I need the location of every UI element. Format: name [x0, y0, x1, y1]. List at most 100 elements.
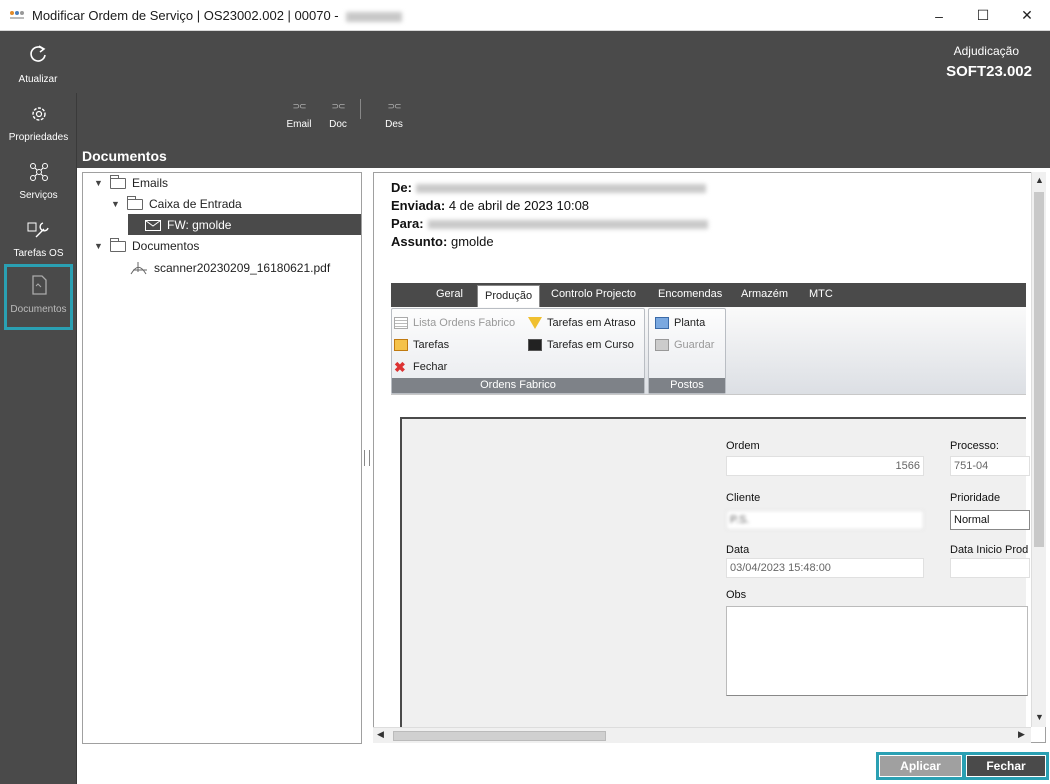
window-title-text: Modificar Ordem de Serviço | OS23002.002…	[32, 8, 343, 23]
doc-tool-button[interactable]: ⊃⊂ Doc	[320, 101, 356, 130]
maximize-button[interactable]: ☐	[960, 0, 1006, 31]
collapse-icon[interactable]: ▼	[94, 178, 106, 188]
scroll-thumb[interactable]	[1034, 192, 1044, 547]
nav-documents[interactable]: Documentos	[4, 264, 73, 330]
email-to-redacted	[427, 220, 708, 230]
apply-label: Aplicar	[880, 756, 961, 776]
pane-splitter[interactable]	[364, 450, 370, 466]
gear-icon	[31, 107, 46, 121]
window-title: Modificar Ordem de Serviço | OS23002.002…	[32, 8, 403, 23]
obs-textarea[interactable]	[726, 606, 1028, 696]
fechar-ordem-button[interactable]: ✖ Fechar	[394, 359, 447, 375]
prioridade-select[interactable]: Normal	[950, 510, 1030, 530]
cliente-field[interactable]: P.S.	[726, 510, 924, 530]
email-sent: Enviada: 4 de abril de 2023 10:08	[391, 198, 589, 213]
refresh-icon	[30, 45, 46, 62]
data-label: Data	[726, 544, 750, 556]
doc-tool-label: Doc	[329, 119, 347, 130]
email-subject-value: gmolde	[450, 234, 494, 249]
wrench-icon	[27, 222, 49, 238]
link-icon: ⊃⊂	[331, 101, 345, 111]
nav-services[interactable]: Serviços	[0, 161, 77, 221]
tree-node-inbox-label: Caixa de Entrada	[149, 197, 242, 211]
email-tool-button[interactable]: ⊃⊂ Email	[281, 101, 317, 130]
scroll-right-icon[interactable]: ▶	[1018, 729, 1025, 740]
embedded-tab-geral[interactable]: Geral	[436, 288, 463, 300]
email-subject-label: Assunto:	[391, 234, 448, 249]
planta-button[interactable]: Planta	[655, 317, 705, 329]
scroll-up-icon[interactable]: ▲	[1035, 175, 1044, 185]
email-sent-value: 4 de abril de 2023 10:08	[448, 198, 590, 213]
folder-icon	[127, 195, 143, 210]
toolbar-separator	[360, 99, 361, 119]
counter-icon	[528, 339, 542, 351]
nav-properties[interactable]: Propriedades	[0, 103, 77, 163]
link-icon: ⊃⊂	[292, 101, 306, 111]
nav-services-label: Serviços	[19, 190, 58, 201]
tree-node-pdf[interactable]: scanner20230209_16180621.pdf	[128, 258, 330, 278]
envelope-icon	[145, 219, 161, 231]
tree-node-email-item[interactable]: FW: gmolde	[145, 215, 231, 235]
collapse-icon[interactable]: ▼	[111, 199, 123, 209]
nav-documents-label: Documentos	[10, 304, 67, 315]
window-title-redacted	[346, 11, 403, 22]
data-field[interactable]: 03/04/2023 15:48:00	[726, 558, 924, 578]
left-nav: Propriedades Serviços Tarefas OS Documen…	[0, 93, 77, 784]
folder-icon	[110, 174, 126, 189]
document-icon	[31, 275, 47, 295]
minimize-button[interactable]: –	[916, 0, 962, 31]
scroll-left-icon[interactable]: ◀	[377, 729, 384, 740]
tarefas-button[interactable]: Tarefas	[394, 339, 449, 351]
tarefas-em-atraso-button[interactable]: Tarefas em Atraso	[528, 317, 636, 329]
embedded-tab-controlo-projecto[interactable]: Controlo Projecto	[551, 288, 636, 300]
data-inicio-field[interactable]	[950, 558, 1030, 578]
email-tool-label: Email	[286, 119, 312, 130]
tree-node-documents[interactable]: ▼ Documentos	[94, 236, 199, 256]
collapse-icon[interactable]: ▼	[94, 241, 106, 251]
embedded-tab-producao[interactable]: Produção	[477, 285, 541, 307]
tarefas-em-curso-button[interactable]: Tarefas em Curso	[528, 339, 634, 351]
close-button[interactable]: Fechar	[963, 752, 1049, 780]
embedded-tab-mtc[interactable]: MTC	[809, 288, 833, 300]
processo-field[interactable]: 751-04	[950, 456, 1030, 476]
scroll-down-icon[interactable]: ▼	[1035, 712, 1044, 722]
list-icon	[394, 317, 408, 329]
scroll-thumb[interactable]	[393, 731, 606, 741]
ribbon-group-label: Ordens Fabrico	[392, 378, 644, 393]
toolbar-area: ⊃⊂ Email ⊃⊂ Doc ⊃⊂ Des Documentos	[77, 93, 1050, 168]
obs-label: Obs	[726, 589, 747, 601]
adjudicacao-value: SOFT23.002	[946, 63, 1032, 80]
ribbon-group-ordens-fabrico: Lista Ordens Fabrico Tarefas ✖ Fechar Tar…	[391, 308, 645, 394]
refresh-button[interactable]: Atualizar	[6, 39, 70, 91]
close-label: Fechar	[967, 756, 1045, 776]
nav-tasks-label: Tarefas OS	[13, 248, 64, 259]
nav-properties-label: Propriedades	[8, 132, 69, 143]
monitor-icon	[655, 317, 669, 329]
apply-button[interactable]: Aplicar	[876, 752, 965, 780]
tree-node-documents-label: Documentos	[132, 239, 200, 253]
data-inicio-label: Data Inicio Prod	[950, 544, 1029, 556]
guardar-button[interactable]: Guardar	[655, 339, 714, 351]
tasks-icon	[394, 339, 408, 351]
lista-ordens-fabrico-button[interactable]: Lista Ordens Fabrico	[394, 317, 515, 329]
embedded-tab-encomendas[interactable]: Encomendas	[658, 288, 722, 300]
tree-node-inbox[interactable]: ▼ Caixa de Entrada	[111, 194, 242, 214]
preview-horizontal-scrollbar[interactable]: ◀ ▶	[373, 727, 1031, 743]
tree-node-emails-label: Emails	[132, 176, 169, 190]
email-sent-label: Enviada:	[391, 198, 446, 213]
close-x-icon: ✖	[394, 359, 406, 375]
email-to: Para:	[391, 216, 708, 231]
app-logo-icon	[10, 11, 24, 19]
link-icon: ⊃⊂	[387, 101, 401, 111]
ordem-field[interactable]: 1566	[726, 456, 924, 476]
des-tool-button[interactable]: ⊃⊂ Des	[376, 101, 412, 130]
preview-vertical-scrollbar[interactable]: ▲ ▼	[1031, 172, 1046, 727]
close-window-button[interactable]: ✕	[1004, 0, 1050, 31]
embedded-tab-bar: Geral Produção Controlo Projecto Encomen…	[391, 283, 1026, 307]
adjudicacao-label: Adjudicação	[953, 44, 1019, 58]
tree-node-emails[interactable]: ▼ Emails	[94, 173, 168, 193]
email-from-label: De:	[391, 180, 412, 195]
embedded-tab-armazem[interactable]: Armazém	[741, 288, 788, 300]
embedded-form: Ordem 1566 Processo: 751-04 Cliente P.S.…	[400, 417, 1030, 727]
email-from-redacted	[415, 184, 706, 194]
